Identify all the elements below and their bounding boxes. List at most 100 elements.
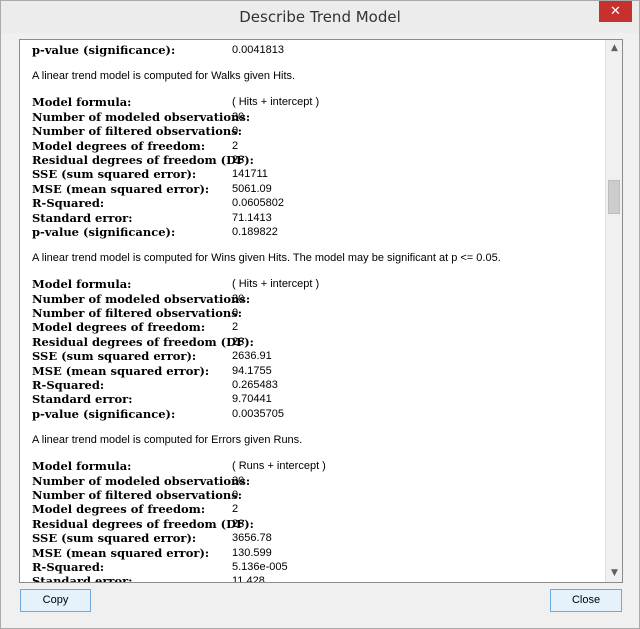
stat-row: R-Squared: 0.0605802 bbox=[32, 196, 602, 210]
stat-row: Model degrees of freedom: 2 bbox=[32, 320, 602, 334]
scrollbar-thumb[interactable] bbox=[608, 180, 620, 214]
stat-row: SSE (sum squared error): 3656.78 bbox=[32, 531, 602, 545]
stat-label: p-value (significance): bbox=[32, 224, 176, 239]
scroll-down-icon[interactable]: ▼ bbox=[606, 565, 622, 582]
stat-value: 0 bbox=[232, 488, 239, 501]
stat-label: Model formula: bbox=[32, 277, 132, 292]
stat-row: R-Squared: 0.265483 bbox=[32, 378, 602, 392]
stat-value: 0.0605802 bbox=[232, 197, 284, 210]
stat-value: ( Hits + intercept ) bbox=[232, 96, 320, 109]
stat-row: Residual degrees of freedom (DF): 28 bbox=[32, 153, 602, 167]
report-viewport: p-value (significance): 0.0041813 A linear… bbox=[20, 40, 605, 582]
stat-label: Standard error: bbox=[32, 574, 133, 582]
close-window-icon[interactable]: ✕ bbox=[599, 1, 632, 22]
stat-value: 0 bbox=[232, 307, 239, 320]
stat-value: 28 bbox=[232, 517, 245, 530]
stat-row: Model formula: ( Hits + intercept ) bbox=[32, 95, 602, 109]
stat-value: 94.1755 bbox=[232, 364, 272, 377]
stat-value: 0.0041813 bbox=[232, 44, 284, 56]
stat-value: 28 bbox=[232, 335, 245, 348]
stat-value: ( Hits + intercept ) bbox=[232, 278, 320, 291]
stat-label: MSE (mean squared error): bbox=[32, 545, 210, 560]
stat-row: R-Squared: 5.136e-005 bbox=[32, 560, 602, 574]
close-button[interactable]: Close bbox=[550, 589, 622, 612]
stat-label: p-value (significance): bbox=[32, 406, 176, 421]
stat-value: 5061.09 bbox=[232, 182, 272, 195]
window-title: Describe Trend Model bbox=[239, 8, 401, 26]
stat-value: 0.265483 bbox=[232, 379, 278, 392]
dialog-window: Describe Trend Model ✕ p-value (signific… bbox=[0, 0, 640, 629]
stat-row: Standard error: 11.428 bbox=[32, 574, 602, 582]
stat-value: ( Runs + intercept ) bbox=[232, 460, 326, 473]
stat-row: Residual degrees of freedom (DF): 28 bbox=[32, 517, 602, 531]
stat-label: Model degrees of freedom: bbox=[32, 502, 206, 517]
stat-label: Model formula: bbox=[32, 95, 132, 110]
report-panel[interactable]: p-value (significance): 0.0041813 A linear… bbox=[19, 39, 623, 583]
stat-label: Residual degrees of freedom (DF): bbox=[32, 516, 254, 531]
stat-label: Number of filtered observations: bbox=[32, 306, 242, 321]
model-description: A linear trend model is computed for Win… bbox=[32, 252, 501, 265]
stat-label: Model degrees of freedom: bbox=[32, 138, 206, 153]
stat-row: p-value (significance): 0.189822 bbox=[32, 225, 602, 239]
vertical-scrollbar[interactable]: ▲ ▼ bbox=[605, 40, 622, 582]
stat-value: 2 bbox=[232, 503, 239, 516]
stat-label: Residual degrees of freedom (DF): bbox=[32, 334, 254, 349]
stat-row: Residual degrees of freedom (DF): 28 bbox=[32, 335, 602, 349]
stat-label: R-Squared: bbox=[32, 196, 105, 211]
stat-row: Number of filtered observations: 0 bbox=[32, 488, 602, 502]
stat-label: Number of filtered observations: bbox=[32, 124, 242, 139]
stat-value: 2 bbox=[232, 321, 239, 334]
stat-label: Number of modeled observations: bbox=[32, 109, 251, 124]
stat-value: 141711 bbox=[232, 168, 268, 181]
stat-label: Number of modeled observations: bbox=[32, 291, 251, 306]
stat-label: Number of filtered observations: bbox=[32, 487, 242, 502]
copy-button[interactable]: Copy bbox=[20, 589, 91, 612]
stat-value: 30 bbox=[232, 474, 245, 487]
stat-value: 2 bbox=[232, 139, 239, 152]
model-description: A linear trend model is computed for Err… bbox=[32, 434, 303, 447]
stat-label: R-Squared: bbox=[32, 378, 105, 393]
stat-row: Standard error: 9.70441 bbox=[32, 392, 602, 406]
stat-value: 130.599 bbox=[232, 546, 272, 559]
stat-row: MSE (mean squared error): 130.599 bbox=[32, 546, 602, 560]
stat-row: Model degrees of freedom: 2 bbox=[32, 139, 602, 153]
stat-row: Number of filtered observations: 0 bbox=[32, 124, 602, 138]
stat-label: MSE (mean squared error): bbox=[32, 181, 210, 196]
stat-label: Number of modeled observations: bbox=[32, 473, 251, 488]
stat-value: 9.70441 bbox=[232, 393, 272, 406]
stat-value: 5.136e-005 bbox=[232, 560, 288, 573]
stat-value: 28 bbox=[232, 153, 245, 166]
stat-row: Model formula: ( Runs + intercept ) bbox=[32, 459, 602, 473]
stat-label: Standard error: bbox=[32, 392, 133, 407]
stat-row: SSE (sum squared error): 141711 bbox=[32, 167, 602, 181]
stat-label: Residual degrees of freedom (DF): bbox=[32, 152, 254, 167]
stat-value: 30 bbox=[232, 110, 245, 123]
stat-label: SSE (sum squared error): bbox=[32, 531, 197, 546]
stat-row: Number of modeled observations: 30 bbox=[32, 292, 602, 306]
stat-label: SSE (sum squared error): bbox=[32, 167, 197, 182]
stat-label: SSE (sum squared error): bbox=[32, 349, 197, 364]
stat-row: SSE (sum squared error): 2636.91 bbox=[32, 349, 602, 363]
stat-label: p-value (significance): bbox=[32, 43, 176, 57]
stat-row: p-value (significance): 0.0041813 bbox=[32, 43, 602, 57]
stat-value: 0.189822 bbox=[232, 225, 278, 238]
scroll-up-icon[interactable]: ▲ bbox=[606, 40, 622, 57]
stat-value: 30 bbox=[232, 292, 245, 305]
stat-value: 3656.78 bbox=[232, 532, 272, 545]
stat-value: 0 bbox=[232, 125, 239, 138]
stat-row: MSE (mean squared error): 5061.09 bbox=[32, 182, 602, 196]
stat-label: Model degrees of freedom: bbox=[32, 320, 206, 335]
stat-row: Model degrees of freedom: 2 bbox=[32, 502, 602, 516]
stat-value: 71.1413 bbox=[232, 211, 272, 224]
stat-row: p-value (significance): 0.0035705 bbox=[32, 407, 602, 421]
stat-label: MSE (mean squared error): bbox=[32, 363, 210, 378]
stat-row: MSE (mean squared error): 94.1755 bbox=[32, 364, 602, 378]
model-description: A linear trend model is computed for Wal… bbox=[32, 70, 296, 83]
stat-value: 2636.91 bbox=[232, 350, 272, 363]
report-text: p-value (significance): 0.0041813 A linear… bbox=[32, 43, 602, 582]
stat-label: Standard error: bbox=[32, 210, 133, 225]
title-bar: Describe Trend Model ✕ bbox=[1, 1, 639, 33]
stat-row: Model formula: ( Hits + intercept ) bbox=[32, 277, 602, 291]
stat-label: Model formula: bbox=[32, 459, 132, 474]
stat-row: Standard error: 71.1413 bbox=[32, 211, 602, 225]
